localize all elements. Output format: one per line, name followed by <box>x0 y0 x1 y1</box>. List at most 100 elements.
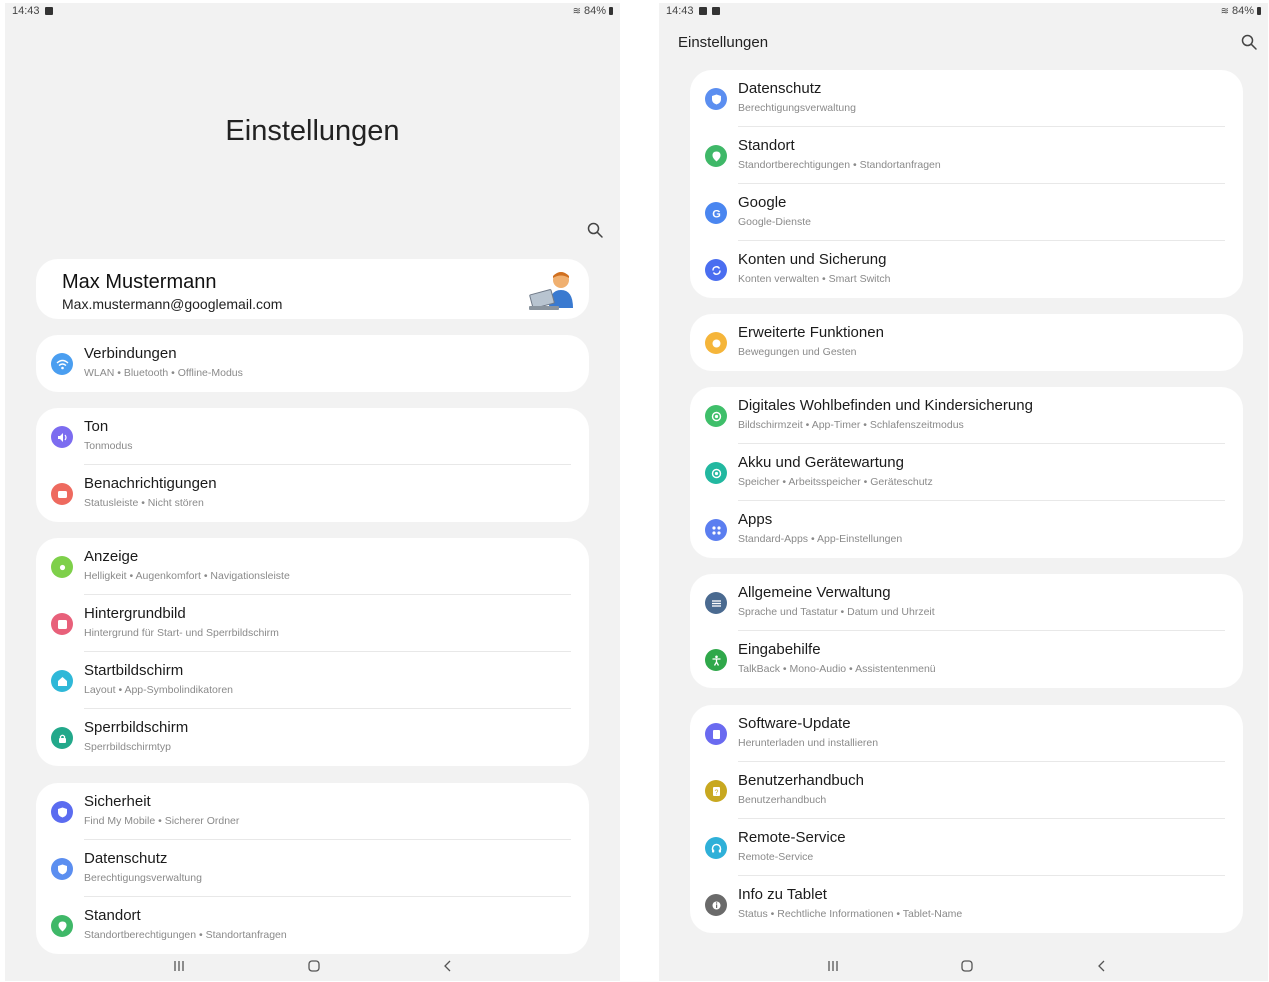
wifi-icon <box>51 353 73 375</box>
settings-item-benutzerhandbuch[interactable]: ? Benutzerhandbuch Benutzerhandbuch <box>690 762 1243 819</box>
settings-item-erweiterte-funktionen[interactable]: Erweiterte Funktionen Bewegungen und Gest… <box>690 314 1243 371</box>
google-icon: G <box>705 202 727 224</box>
settings-item-google[interactable]: G Google Google-Dienste <box>690 184 1243 241</box>
search-icon[interactable] <box>586 221 604 239</box>
settings-item-datenschutz[interactable]: Datenschutz Berechtigungsverwaltung <box>690 70 1243 127</box>
settings-item-verbindungen[interactable]: Verbindungen WLAN • Bluetooth • Offline-M… <box>36 335 589 392</box>
settings-item-konten-und-sicherung[interactable]: Konten und Sicherung Konten verwalten • S… <box>690 241 1243 298</box>
settings-group-card: Ton Tonmodus Benachrichtigungen Statusleist… <box>36 408 589 522</box>
location-icon <box>51 915 73 937</box>
settings-item-apps[interactable]: Apps Standard-Apps • App-Einstellungen <box>690 501 1243 558</box>
wallpaper-icon <box>51 613 73 635</box>
settings-item-standort[interactable]: Standort Standortberechtigungen • Standor… <box>36 897 589 954</box>
settings-item-software-update[interactable]: Software-Update Herunterladen und install… <box>690 705 1243 762</box>
status-bar: 14:43 ≋ 84% <box>5 3 620 21</box>
status-time: 14:43 <box>12 5 40 17</box>
settings-item-title: Google <box>738 194 787 211</box>
image-status-icon <box>698 7 707 15</box>
settings-item-title: Datenschutz <box>738 80 822 97</box>
settings-item-anzeige[interactable]: Anzeige Helligkeit • Augenkomfort • Navig… <box>36 538 589 595</box>
settings-item-subtitle: Bewegungen und Gesten <box>738 346 857 358</box>
settings-item-subtitle: WLAN • Bluetooth • Offline-Modus <box>84 367 243 379</box>
avatar[interactable] <box>527 268 577 314</box>
home-button[interactable] <box>957 957 977 975</box>
status-bar: 14:43 ≋ 84% <box>659 3 1268 21</box>
settings-item-standort[interactable]: Standort Standortberechtigungen • Standor… <box>690 127 1243 184</box>
settings-item-subtitle: Find My Mobile • Sicherer Ordner <box>84 815 240 827</box>
settings-item-title: Hintergrundbild <box>84 605 186 622</box>
search-icon[interactable] <box>1240 33 1258 51</box>
settings-item-subtitle: Herunterladen und installieren <box>738 737 879 749</box>
profile-card[interactable]: Max Mustermann Max.mustermann@googlemail… <box>36 259 589 319</box>
settings-item-title: Akku und Gerätewartung <box>738 454 904 471</box>
left-screen: 14:43 ≋ 84% Einstellungen Max Mustermann … <box>5 3 620 981</box>
privacy-icon <box>51 858 73 880</box>
battery-care-icon <box>705 462 727 484</box>
recent-apps-button[interactable] <box>823 957 843 975</box>
settings-item-title: Digitales Wohlbefinden und Kindersicheru… <box>738 397 1033 414</box>
wifi-status-icon: ≋ <box>1220 5 1229 17</box>
settings-item-title: Sicherheit <box>84 793 151 810</box>
settings-item-title: Info zu Tablet <box>738 886 827 903</box>
settings-item-title: Eingabehilfe <box>738 641 821 658</box>
settings-item-digitales-wohlbefinden-und-kindersicherung[interactable]: Digitales Wohlbefinden und Kindersicheru… <box>690 387 1243 444</box>
settings-item-title: Erweiterte Funktionen <box>738 324 884 341</box>
settings-item-title: Datenschutz <box>84 850 168 867</box>
settings-group-card: Anzeige Helligkeit • Augenkomfort • Navig… <box>36 538 589 766</box>
settings-item-title: Remote-Service <box>738 829 846 846</box>
back-button[interactable] <box>438 957 458 975</box>
settings-item-subtitle: Status • Rechtliche Informationen • Tabl… <box>738 908 963 920</box>
settings-item-title: Benutzerhandbuch <box>738 772 864 789</box>
notification-status-icon <box>44 7 53 15</box>
svg-text:?: ? <box>714 789 718 796</box>
settings-item-subtitle: Speicher • Arbeitsspeicher • Geräteschut… <box>738 476 933 488</box>
settings-item-sperrbildschirm[interactable]: Sperrbildschirm Sperrbildschirmtyp <box>36 709 589 766</box>
settings-group-card: Erweiterte Funktionen Bewegungen und Gest… <box>690 314 1243 371</box>
settings-item-subtitle: Google-Dienste <box>738 216 811 228</box>
shield-icon <box>51 801 73 823</box>
sliders-icon <box>705 592 727 614</box>
settings-item-subtitle: Sprache und Tastatur • Datum und Uhrzeit <box>738 606 935 618</box>
settings-item-subtitle: Standortberechtigungen • Standortanfrage… <box>738 159 941 171</box>
recent-apps-button[interactable] <box>169 957 189 975</box>
settings-item-title: Startbildschirm <box>84 662 184 679</box>
update-icon <box>705 723 727 745</box>
settings-item-title: Standort <box>738 137 795 154</box>
settings-group-card: Datenschutz Berechtigungsverwaltung Stando… <box>690 70 1243 298</box>
settings-item-subtitle: TalkBack • Mono-Audio • Assistentenmenü <box>738 663 936 675</box>
navigation-bar <box>5 951 620 981</box>
page-title: Einstellungen <box>225 115 400 147</box>
settings-item-allgemeine-verwaltung[interactable]: Allgemeine Verwaltung Sprache und Tastatu… <box>690 574 1243 631</box>
settings-item-remote-service[interactable]: Remote-Service Remote-Service <box>690 819 1243 876</box>
settings-item-title: Sperrbildschirm <box>84 719 189 736</box>
settings-item-hintergrundbild[interactable]: Hintergrundbild Hintergrund für Start- un… <box>36 595 589 652</box>
settings-item-info-zu-tablet[interactable]: Info zu Tablet Status • Rechtliche Inform… <box>690 876 1243 933</box>
settings-item-subtitle: Bildschirmzeit • App-Timer • Schlafensze… <box>738 419 964 431</box>
settings-item-title: Ton <box>84 418 109 435</box>
headset-icon <box>705 837 727 859</box>
navigation-bar <box>659 951 1268 981</box>
right-screen: 14:43 ≋ 84% Einstellungen Datenschutz Bere… <box>659 3 1268 981</box>
settings-item-subtitle: Sperrbildschirmtyp <box>84 741 171 753</box>
profile-name: Max Mustermann <box>62 271 217 293</box>
settings-item-akku-und-geraetewartung[interactable]: Akku und Gerätewartung Speicher • Arbeits… <box>690 444 1243 501</box>
sound-icon <box>51 426 73 448</box>
home-button[interactable] <box>304 957 324 975</box>
info-icon <box>705 894 727 916</box>
sync-icon <box>705 259 727 281</box>
settings-item-eingabehilfe[interactable]: Eingabehilfe TalkBack • Mono-Audio • Assi… <box>690 631 1243 688</box>
settings-item-subtitle: Benutzerhandbuch <box>738 794 827 806</box>
settings-group-card: Verbindungen WLAN • Bluetooth • Offline-M… <box>36 335 589 392</box>
settings-item-sicherheit[interactable]: Sicherheit Find My Mobile • Sicherer Ordn… <box>36 783 589 840</box>
display-icon <box>51 556 73 578</box>
settings-group-card: Software-Update Herunterladen und install… <box>690 705 1243 933</box>
settings-item-datenschutz[interactable]: Datenschutz Berechtigungsverwaltung <box>36 840 589 897</box>
privacy-icon <box>705 88 727 110</box>
settings-item-title: Allgemeine Verwaltung <box>738 584 891 601</box>
settings-item-title: Anzeige <box>84 548 139 565</box>
settings-item-benachrichtigungen[interactable]: Benachrichtigungen Statusleiste • Nicht s… <box>36 465 589 522</box>
settings-item-startbildschirm[interactable]: Startbildschirm Layout • App-Symbolindika… <box>36 652 589 709</box>
page-title: Einstellungen <box>678 34 769 51</box>
back-button[interactable] <box>1092 957 1112 975</box>
settings-item-ton[interactable]: Ton Tonmodus <box>36 408 589 465</box>
